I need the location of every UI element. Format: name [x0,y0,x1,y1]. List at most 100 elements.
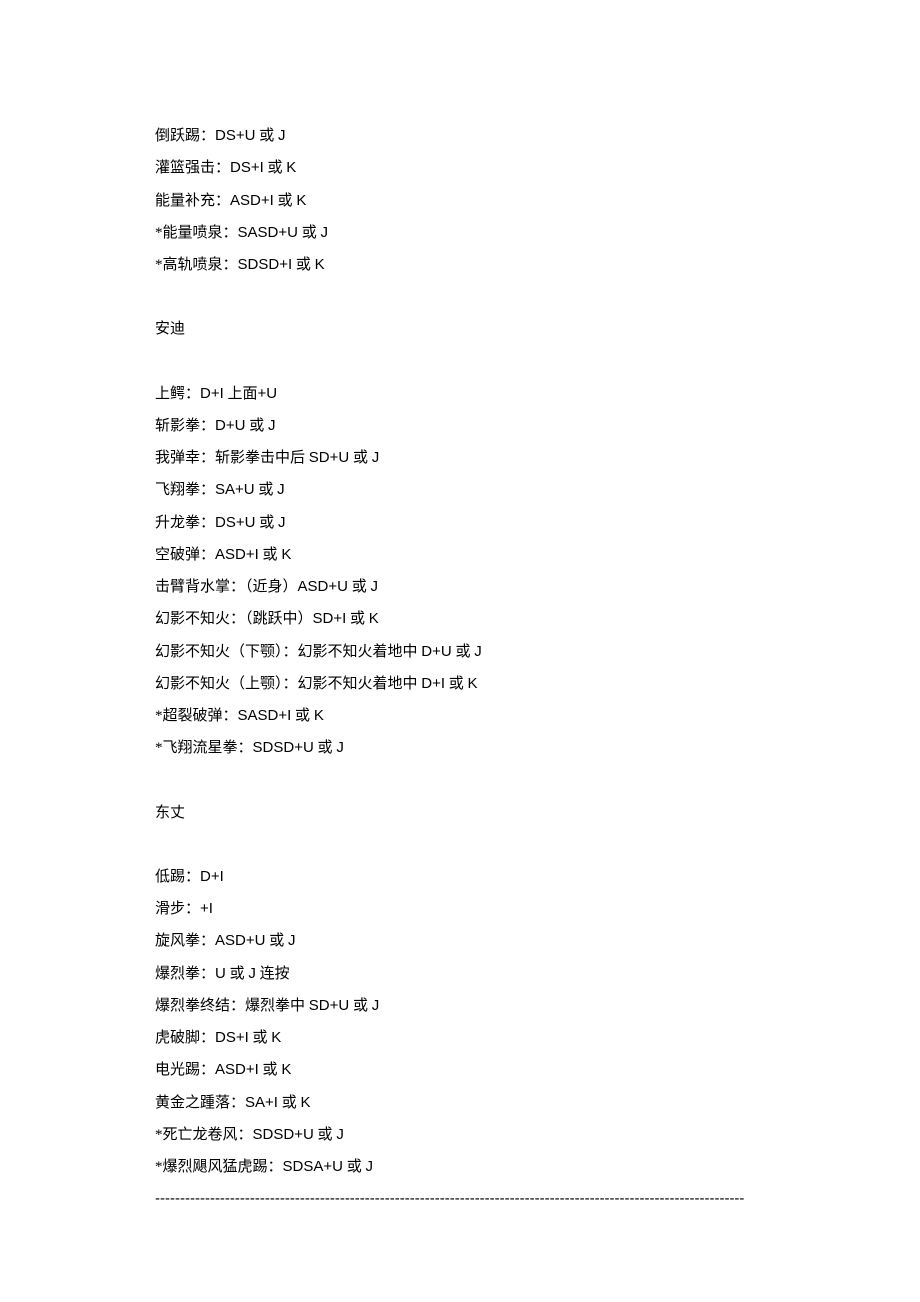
section-title: 东丈 [155,797,765,829]
move-alt: K [315,256,325,273]
move-suffix: 或 [274,193,297,209]
move-line: 幻影不知火（下颚）：幻影不知火着地中 D+U 或 J [155,636,765,668]
move-name: *能量喷泉： [155,225,238,241]
move-line: 上鳄：D+I 上面+U [155,378,765,410]
move-line: *能量喷泉：SASD+U 或 J [155,217,765,249]
divider-line: ----------------------------------------… [155,1183,765,1215]
move-cmd: DS+U [215,514,255,531]
move-name: 能量补充： [155,193,230,209]
move-line: 击臂背水掌：（近身）ASD+U 或 J [155,571,765,603]
move-cmd: SD+U [309,997,349,1014]
section-spacer [155,829,765,861]
move-alt: J [365,1158,373,1175]
move-name: *爆烈飓风猛虎踢： [155,1159,283,1175]
move-name: 爆烈拳： [155,966,215,982]
move-cmd: SD+I [313,610,347,627]
move-cmd: DS+I [215,1029,249,1046]
move-line: 低踢：D+I [155,861,765,893]
move-suffix: 或 [343,1159,366,1175]
move-name: 爆烈拳终结：爆烈拳中 [155,998,309,1014]
move-line: 能量补充：ASD+I 或 K [155,185,765,217]
move-line: 斩影拳：D+U 或 J [155,410,765,442]
move-line: 升龙拳：DS+U 或 J [155,507,765,539]
move-suffix: 或 [292,257,315,273]
move-line: *爆烈飓风猛虎踢：SDSA+U 或 J [155,1151,765,1183]
move-alt: K [281,546,291,563]
move-name: 击臂背水掌：（近身） [155,579,298,595]
move-cmd: SASD+U [238,224,298,241]
move-suffix: 或 [348,579,371,595]
move-line: 滑步：+I [155,893,765,925]
move-name: 飞翔拳： [155,482,215,498]
move-alt: K [369,610,379,627]
move-suffix: 上面 [224,386,258,402]
move-name: 上鳄： [155,386,200,402]
move-suffix: 或 [298,225,321,241]
move-suffix: 或 [249,1030,272,1046]
move-cmd: ASD+I [230,192,274,209]
move-suffix: 或 [259,547,282,563]
move-suffix: 或 [245,418,268,434]
section-spacer [155,346,765,378]
move-cmd: D+I [421,675,445,692]
move-alt: J [277,481,285,498]
move-cmd: SD+U [309,449,349,466]
move-suffix: 或 [349,998,372,1014]
move-suffix: 或 [346,611,369,627]
move-suffix: 或 [291,708,314,724]
move-suffix: 或 [255,515,278,531]
move-cmd: +I [200,900,213,917]
move-suffix: 或 [314,740,337,756]
move-line: 爆烈拳：U 或 J 连按 [155,958,765,990]
move-alt: K [271,1029,281,1046]
move-cmd: D+U [215,417,245,434]
move-name: 我弹幸：斩影拳击中后 [155,450,309,466]
move-line: 我弹幸：斩影拳击中后 SD+U 或 J [155,442,765,474]
move-cmd: ASD+I [215,546,259,563]
move-alt: K [300,1094,310,1111]
move-name: 斩影拳： [155,418,215,434]
move-cmd: SA+U [215,481,255,498]
move-cmd: D+I [200,385,224,402]
move-suffix: 或 [259,1062,282,1078]
move-alt: J [278,514,286,531]
move-name: 旋风拳： [155,933,215,949]
move-line: 飞翔拳：SA+U 或 J [155,474,765,506]
move-suffix: 或 [445,676,468,692]
move-name: *死亡龙卷风： [155,1127,253,1143]
move-cmd: ASD+U [215,932,265,949]
move-suffix: 或 [226,966,249,982]
section-spacer [155,281,765,313]
move-line: 虎破脚：DS+I 或 K [155,1022,765,1054]
move-cmd: U [215,965,226,982]
move-alt: J [370,578,378,595]
move-alt: K [468,675,478,692]
move-line: 电光踢：ASD+I 或 K [155,1054,765,1086]
move-cmd: SDSA+U [283,1158,343,1175]
move-name: 幻影不知火：（跳跃中） [155,611,313,627]
move-alt: J [268,417,276,434]
move-alt: J [320,224,328,241]
move-suffix: 或 [314,1127,337,1143]
move-cmd: SASD+I [238,707,292,724]
move-name: 升龙拳： [155,515,215,531]
move-line: 空破弹：ASD+I 或 K [155,539,765,571]
move-cmd: SDSD+U [253,1126,314,1143]
move-suffix: 或 [264,160,287,176]
move-line: 旋风拳：ASD+U 或 J [155,925,765,957]
move-line: 幻影不知火（上颚）：幻影不知火着地中 D+I 或 K [155,668,765,700]
move-name: 幻影不知火（下颚）：幻影不知火着地中 [155,644,421,660]
move-line: 爆烈拳终结：爆烈拳中 SD+U 或 J [155,990,765,1022]
move-cmd: ASD+U [298,578,348,595]
move-suffix: 或 [255,482,278,498]
move-name: 黄金之踵落： [155,1095,245,1111]
move-alt: J [372,997,380,1014]
move-name: *飞翔流星拳： [155,740,253,756]
move-alt: K [281,1061,291,1078]
move-cmd: D+U [421,643,451,660]
move-line: 倒跃踢：DS+U 或 J [155,120,765,152]
move-name: 电光踢： [155,1062,215,1078]
move-cmd: DS+I [230,159,264,176]
move-alt: J [248,965,256,982]
move-alt: J [288,932,296,949]
